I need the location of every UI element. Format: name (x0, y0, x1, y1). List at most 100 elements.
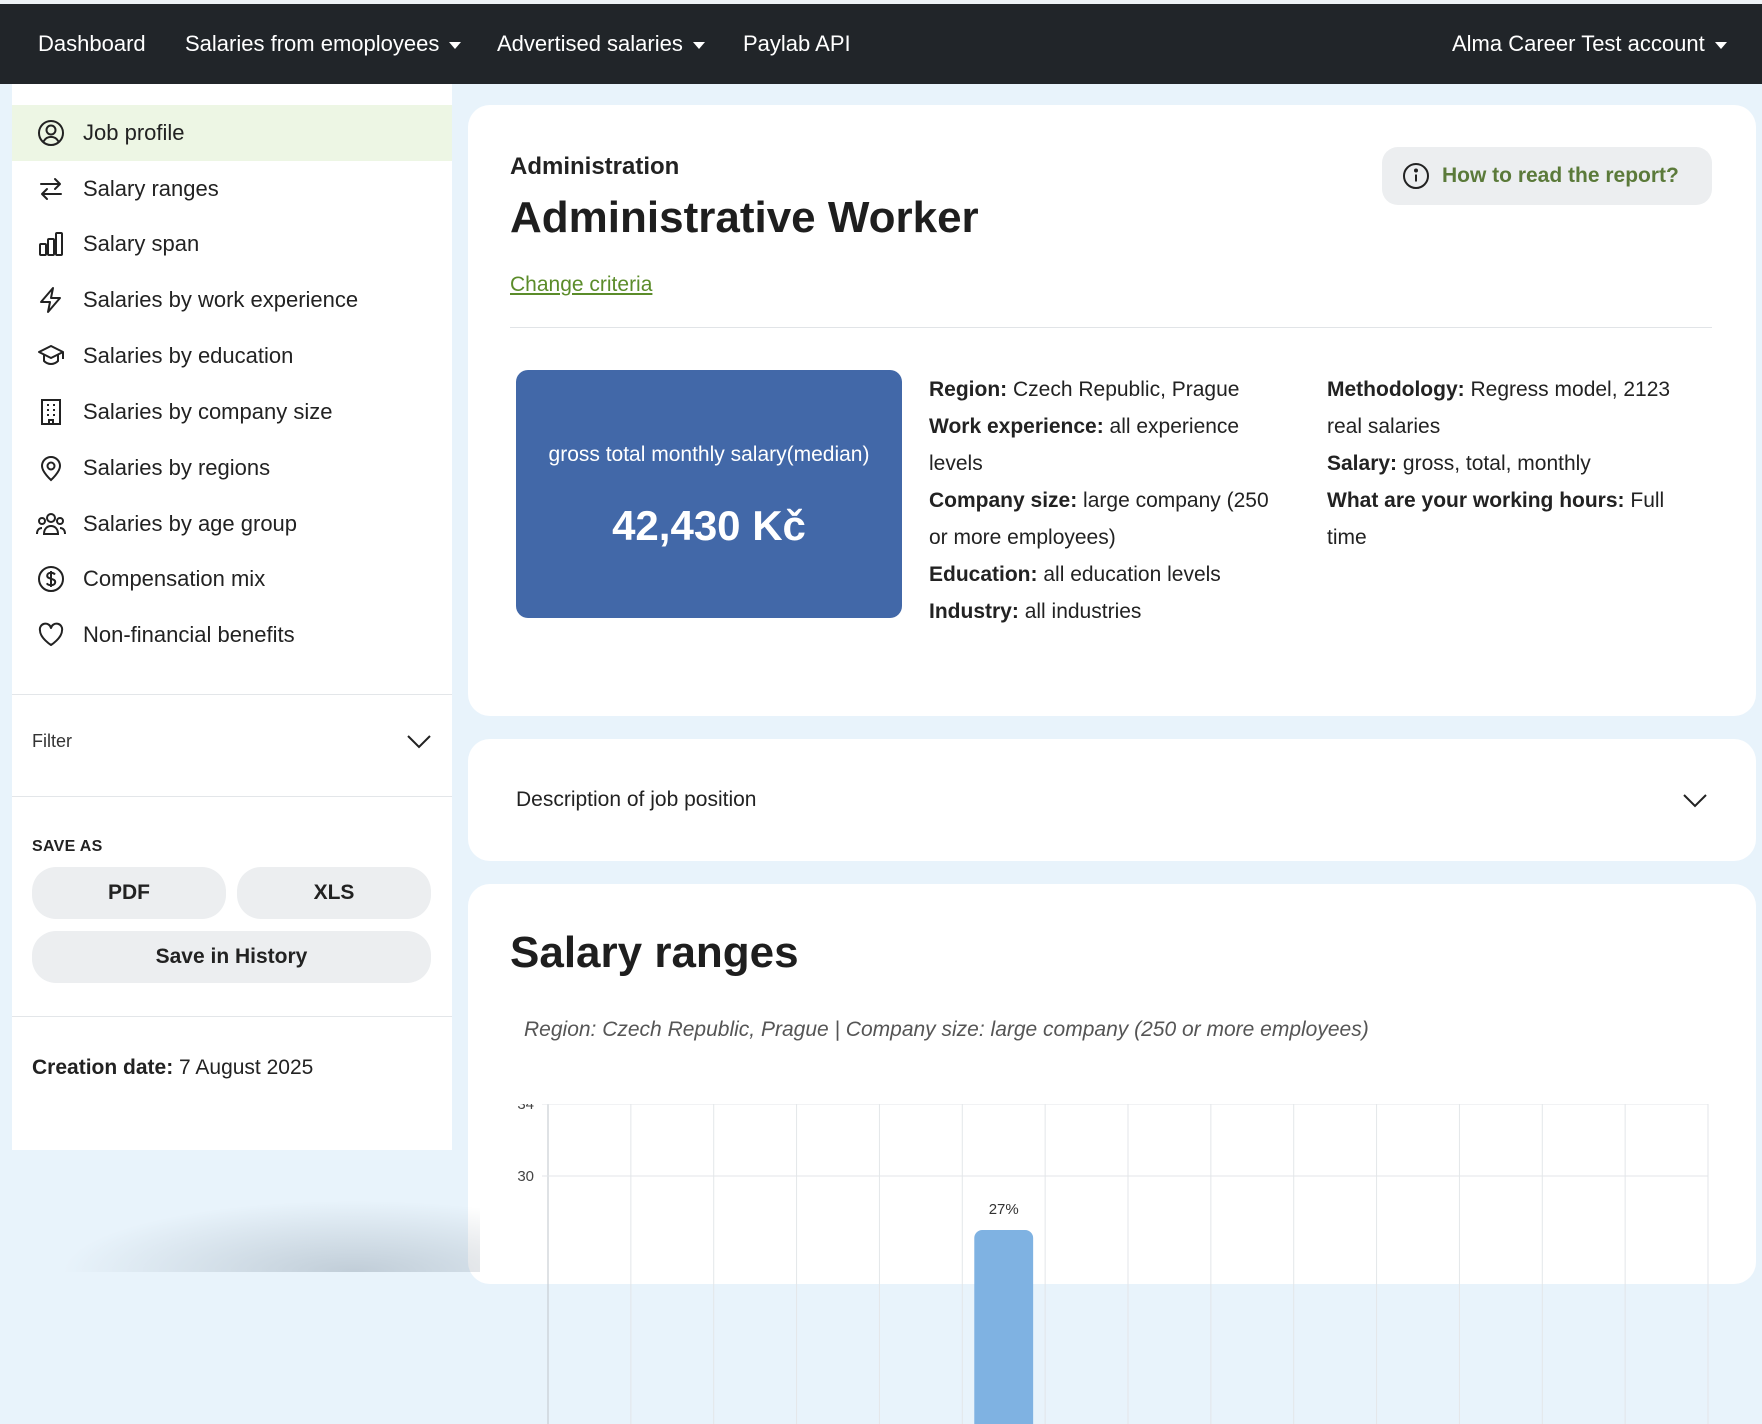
sidebar-item-salaries-by-age-group[interactable]: Salaries by age group (12, 496, 452, 552)
criteria-label: Salary: (1327, 452, 1398, 475)
save-in-history-button[interactable]: Save in History (32, 931, 431, 983)
divider (12, 694, 452, 695)
criteria-industry: Industry: all industries (929, 593, 1279, 630)
creation-date: Creation date: 7 August 2025 (32, 1056, 313, 1080)
chevron-down-icon (692, 41, 705, 49)
criteria-region: Region: Czech Republic, Prague (929, 371, 1279, 408)
sidebar-item-salaries-by-regions[interactable]: Salaries by regions (12, 440, 452, 496)
users-icon (35, 508, 67, 540)
criteria-value: Czech Republic, Prague (1013, 378, 1240, 401)
change-criteria-link[interactable]: Change criteria (510, 273, 652, 297)
criteria-label: Region: (929, 378, 1008, 401)
chevron-down-icon (1714, 41, 1727, 49)
job-profile-card: Administration Administrative Worker Cha… (468, 105, 1756, 716)
sidebar-item-salaries-by-company-size[interactable]: Salaries by company size (12, 384, 452, 440)
sidebar-item-label: Salaries by work experience (83, 287, 359, 312)
user-circle-icon (35, 117, 67, 149)
chevron-down-icon (406, 733, 432, 749)
median-value: 42,430 Kč (612, 502, 806, 549)
sidebar-item-salary-ranges[interactable]: Salary ranges (12, 161, 452, 217)
bar-data-label: 27% (989, 1201, 1019, 1218)
filter-label: Filter (32, 730, 72, 751)
median-salary-box: gross total monthly salary(median) 42,43… (516, 370, 902, 618)
sidebar-item-label: Salary ranges (83, 176, 219, 201)
criteria-right: Methodology: Regress model, 2123 real sa… (1327, 371, 1697, 556)
criteria-salary: Salary: gross, total, monthly (1327, 445, 1697, 482)
nav-dashboard[interactable]: Dashboard (38, 4, 146, 84)
sidebar-item-label: Salaries by regions (83, 455, 271, 480)
page-title: Administrative Worker (510, 193, 979, 242)
info-icon (1402, 162, 1430, 190)
sidebar-item-salaries-by-education[interactable]: Salaries by education (12, 328, 452, 384)
median-caption: gross total monthly salary(median) (548, 443, 870, 466)
sidebar-item-label: Non-financial benefits (83, 622, 295, 647)
sidebar-item-compensation-mix[interactable]: Compensation mix (12, 551, 452, 607)
how-to-read-report-button[interactable]: How to read the report? (1382, 147, 1712, 205)
sidebar-item-label: Salaries by company size (83, 399, 333, 424)
nav-salaries-from-employees[interactable]: Salaries from emoployees (185, 4, 462, 84)
sidebar-item-non-financial-benefits[interactable]: Non-financial benefits (12, 607, 452, 663)
salary-ranges-card: Salary ranges Region: Czech Republic, Pr… (468, 884, 1756, 1424)
save-as-heading: SAVE AS (32, 838, 103, 855)
criteria-education: Education: all education levels (929, 556, 1279, 593)
criteria-label: What are your working hours: (1327, 489, 1625, 512)
nav-advertised-salaries-label: Advertised salaries (497, 31, 683, 56)
top-navbar: Dashboard Salaries from emoployees Adver… (0, 0, 1762, 84)
lightning-icon (35, 284, 67, 316)
y-tick-label: 34 (517, 1104, 534, 1113)
sidebar-item-job-profile[interactable]: Job profile (12, 105, 452, 161)
criteria-working-hours: What are your working hours: Full time (1327, 482, 1697, 556)
creation-date-label: Creation date: (32, 1056, 174, 1079)
criteria-label: Industry: (929, 600, 1019, 623)
sidebar-item-salaries-by-work-experience[interactable]: Salaries by work experience (12, 272, 452, 328)
criteria-value: all industries (1024, 600, 1142, 623)
criteria-label: Work experience: (929, 415, 1104, 438)
nav-advertised-salaries[interactable]: Advertised salaries (497, 4, 705, 84)
heart-icon (35, 619, 67, 651)
how-to-read-report-label: How to read the report? (1442, 164, 1679, 187)
sidebar-item-salary-span[interactable]: Salary span (12, 216, 452, 272)
job-description-accordion[interactable]: Description of job position (468, 739, 1756, 861)
save-pdf-button[interactable]: PDF (32, 867, 226, 919)
section-title: Salary ranges (510, 928, 799, 977)
job-category: Administration (510, 153, 680, 180)
criteria-company-size: Company size: large company (250 or more… (929, 482, 1279, 556)
divider (12, 796, 452, 797)
creation-date-value: 7 August 2025 (179, 1056, 314, 1079)
map-pin-icon (35, 452, 67, 484)
job-description-label: Description of job position (516, 788, 757, 811)
shadow (60, 1200, 480, 1272)
divider (510, 327, 1712, 328)
chevron-down-icon (449, 41, 462, 49)
filter-toggle[interactable]: Filter (12, 696, 452, 786)
criteria-value: gross, total, monthly (1402, 452, 1591, 475)
sidebar-item-label: Salary span (83, 231, 200, 256)
save-xls-button[interactable]: XLS (237, 867, 431, 919)
building-icon (35, 396, 67, 428)
criteria-label: Company size: (929, 489, 1078, 512)
sidebar-item-label: Job profile (83, 120, 185, 145)
sidebar-item-label: Compensation mix (83, 566, 266, 591)
nav-salaries-from-employees-label: Salaries from emoployees (185, 31, 440, 56)
nav-paylab-api[interactable]: Paylab API (743, 4, 851, 84)
sidebar-item-label: Salaries by education (83, 343, 294, 368)
chart-bar[interactable] (974, 1230, 1034, 1424)
criteria-methodology: Methodology: Regress model, 2123 real sa… (1327, 371, 1697, 445)
divider (12, 1016, 452, 1017)
criteria-work-experience: Work experience: all experience levels (929, 408, 1279, 482)
arrows-exchange-icon (35, 173, 67, 205)
section-subtitle: Region: Czech Republic, Prague | Company… (524, 1018, 1369, 1041)
bar-chart-icon (35, 228, 67, 260)
criteria-value: all education levels (1043, 563, 1221, 586)
salary-ranges-chart: 30 34 27% (517, 1104, 1709, 1424)
criteria-left: Region: Czech Republic, Prague Work expe… (929, 371, 1279, 630)
chevron-down-icon (1682, 792, 1708, 808)
dollar-circle-icon (35, 563, 67, 595)
sidebar: Job profile Salary ranges Salary span Sa… (12, 84, 452, 1150)
y-tick-label: 30 (517, 1168, 534, 1185)
nav-account-label: Alma Career Test account (1452, 31, 1705, 56)
graduation-cap-icon (35, 340, 67, 372)
criteria-label: Methodology: (1327, 378, 1465, 401)
nav-account-menu[interactable]: Alma Career Test account (1452, 4, 1727, 84)
sidebar-item-label: Salaries by age group (83, 511, 298, 536)
